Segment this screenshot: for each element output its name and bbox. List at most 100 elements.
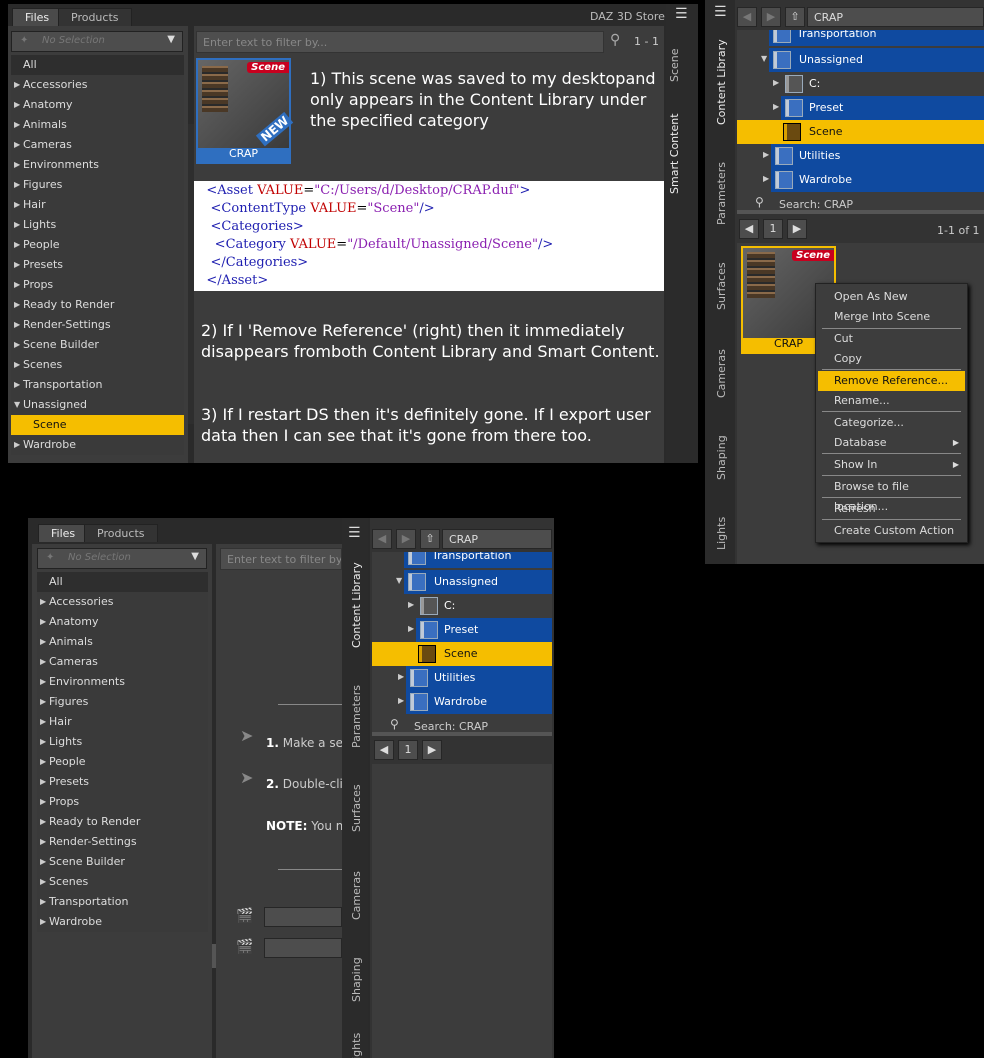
category-item-environments[interactable]: ▶ Environments	[11, 155, 184, 175]
expand-arrow-icon[interactable]: ▶	[14, 195, 20, 215]
expand-arrow-icon[interactable]: ▶	[40, 652, 46, 672]
forward-button[interactable]: ▶	[396, 529, 416, 549]
up-button[interactable]: ⇧	[420, 529, 440, 549]
expand-arrow-icon[interactable]: ▶	[14, 295, 20, 315]
menu-cut[interactable]: Cut	[818, 329, 965, 349]
tab-cameras[interactable]: Cameras	[715, 349, 728, 398]
expand-arrow-icon[interactable]: ▶	[763, 174, 769, 183]
tree-node-scene[interactable]: Scene	[737, 120, 984, 144]
tree-node-wardrobe[interactable]: Wardrobe	[771, 168, 984, 192]
tab-parameters[interactable]: Parameters	[715, 162, 728, 225]
tab-content-library[interactable]: Content Library	[715, 39, 728, 125]
expand-arrow-icon[interactable]: ▶	[40, 812, 46, 832]
category-item-scene[interactable]: Scene	[11, 415, 184, 435]
tab-products[interactable]: Products	[84, 524, 158, 542]
up-button[interactable]: ⇧	[785, 7, 805, 27]
expand-arrow-icon[interactable]: ▶	[408, 600, 414, 609]
expand-arrow-icon[interactable]: ▶	[14, 135, 20, 155]
menu-merge-into-scene[interactable]: Merge Into Scene	[818, 307, 965, 327]
menu-database[interactable]: Database ▶	[818, 433, 965, 453]
menu-copy[interactable]: Copy	[818, 349, 965, 369]
expand-arrow-icon[interactable]: ▶	[14, 255, 20, 275]
tree-node-transportation[interactable]: Transportation	[404, 552, 552, 568]
expand-arrow-icon[interactable]: ▶	[40, 892, 46, 912]
prev-page-button[interactable]: ◀	[739, 219, 759, 239]
tab-files[interactable]: Files	[12, 8, 63, 26]
expand-arrow-icon[interactable]: ▶	[773, 102, 779, 111]
tree-node-unassigned[interactable]: Unassigned	[404, 570, 552, 594]
category-item-props[interactable]: ▶ Props	[37, 792, 208, 812]
panel-menu-icon[interactable]: ☰	[714, 5, 727, 19]
panel-menu-icon[interactable]: ☰	[675, 7, 688, 21]
category-item-lights[interactable]: ▶ Lights	[37, 732, 208, 752]
category-item-scene-builder[interactable]: ▶ Scene Builder	[11, 335, 184, 355]
expand-arrow-icon[interactable]: ▶	[763, 150, 769, 159]
menu-refresh[interactable]: Refresh	[818, 499, 965, 519]
tab-lights[interactable]: Lights	[350, 1033, 363, 1058]
category-item-presets[interactable]: ▶ Presets	[37, 772, 208, 792]
category-item-hair[interactable]: ▶ Hair	[11, 195, 184, 215]
expand-arrow-icon[interactable]: ▶	[40, 632, 46, 652]
next-page-button[interactable]: ▶	[787, 219, 807, 239]
asset-thumbnail[interactable]: NEW Scene CRAP	[196, 58, 294, 164]
expand-arrow-icon[interactable]: ▶	[398, 696, 404, 705]
splitter[interactable]	[372, 732, 552, 736]
tree-node-utilities[interactable]: Utilities	[771, 144, 984, 168]
menu-open-as-new[interactable]: Open As New	[818, 287, 965, 307]
expand-arrow-icon[interactable]: ▶	[14, 115, 20, 135]
category-item-render-settings[interactable]: ▶ Render-Settings	[37, 832, 208, 852]
tree-node-preset[interactable]: Preset	[416, 618, 552, 642]
expand-arrow-icon[interactable]: ▶	[40, 592, 46, 612]
filter-input[interactable]: Enter text to filter by...	[196, 31, 604, 53]
expand-arrow-icon[interactable]: ▶	[398, 672, 404, 681]
expand-arrow-icon[interactable]: ▶	[14, 235, 20, 255]
action-bar[interactable]	[264, 907, 342, 927]
filter-dropdown[interactable]: ✦ No Selection ▼	[37, 548, 207, 569]
tree-node-preset[interactable]: Preset	[781, 96, 984, 120]
expand-arrow-icon[interactable]: ▶	[40, 712, 46, 732]
category-item-anatomy[interactable]: ▶ Anatomy	[11, 95, 184, 115]
category-item-people[interactable]: ▶ People	[11, 235, 184, 255]
menu-rename[interactable]: Rename...	[818, 391, 965, 411]
category-item-animals[interactable]: ▶ Animals	[37, 632, 208, 652]
category-item-scenes[interactable]: ▶ Scenes	[11, 355, 184, 375]
tree-node-scene[interactable]: Scene	[372, 642, 552, 666]
expand-arrow-icon[interactable]: ▶	[40, 912, 46, 932]
expand-arrow-icon[interactable]: ▶	[40, 612, 46, 632]
category-item-ready-to-render[interactable]: ▶ Ready to Render	[11, 295, 184, 315]
expand-arrow-icon[interactable]: ▶	[40, 772, 46, 792]
page-number[interactable]: 1	[398, 740, 418, 760]
expand-arrow-icon[interactable]: ▶	[14, 435, 20, 455]
expand-arrow-icon[interactable]: ▶	[40, 872, 46, 892]
expand-arrow-icon[interactable]: ▶	[40, 792, 46, 812]
expand-arrow-icon[interactable]: ▶	[40, 732, 46, 752]
category-item-accessories[interactable]: ▶ Accessories	[11, 75, 184, 95]
panel-menu-icon[interactable]: ☰	[348, 526, 361, 540]
expand-arrow-icon[interactable]: ▶	[40, 752, 46, 772]
expand-arrow-icon[interactable]: ▶	[40, 692, 46, 712]
back-button[interactable]: ◀	[737, 7, 757, 27]
category-item-scenes[interactable]: ▶ Scenes	[37, 872, 208, 892]
page-number[interactable]: 1	[763, 219, 783, 239]
menu-remove-reference[interactable]: Remove Reference...	[818, 371, 965, 391]
category-item-people[interactable]: ▶ People	[37, 752, 208, 772]
menu-create-custom-action[interactable]: Create Custom Action	[818, 521, 965, 541]
tree-node-wardrobe[interactable]: Wardrobe	[406, 690, 552, 714]
tab-shaping[interactable]: Shaping	[350, 957, 363, 1002]
expand-arrow-icon[interactable]: ▶	[14, 95, 20, 115]
forward-button[interactable]: ▶	[761, 7, 781, 27]
expand-arrow-icon[interactable]: ▶	[14, 275, 20, 295]
filter-dropdown[interactable]: ✦ No Selection ▼	[11, 31, 183, 52]
action-bar[interactable]	[264, 938, 342, 958]
store-label[interactable]: DAZ 3D Store	[590, 10, 665, 23]
search-icon[interactable]: ⚲	[610, 32, 620, 48]
expand-arrow-icon[interactable]: ▶	[14, 175, 20, 195]
tab-files[interactable]: Files	[38, 524, 89, 542]
tab-shaping[interactable]: Shaping	[715, 435, 728, 480]
filter-input[interactable]: Enter text to filter by...	[220, 548, 342, 570]
expand-arrow-icon[interactable]: ▼	[396, 576, 402, 585]
splitter[interactable]	[737, 210, 984, 214]
category-item-wardrobe[interactable]: ▶ Wardrobe	[11, 435, 184, 455]
tree-node-utilities[interactable]: Utilities	[406, 666, 552, 690]
category-item-render-settings[interactable]: ▶ Render-Settings	[11, 315, 184, 335]
